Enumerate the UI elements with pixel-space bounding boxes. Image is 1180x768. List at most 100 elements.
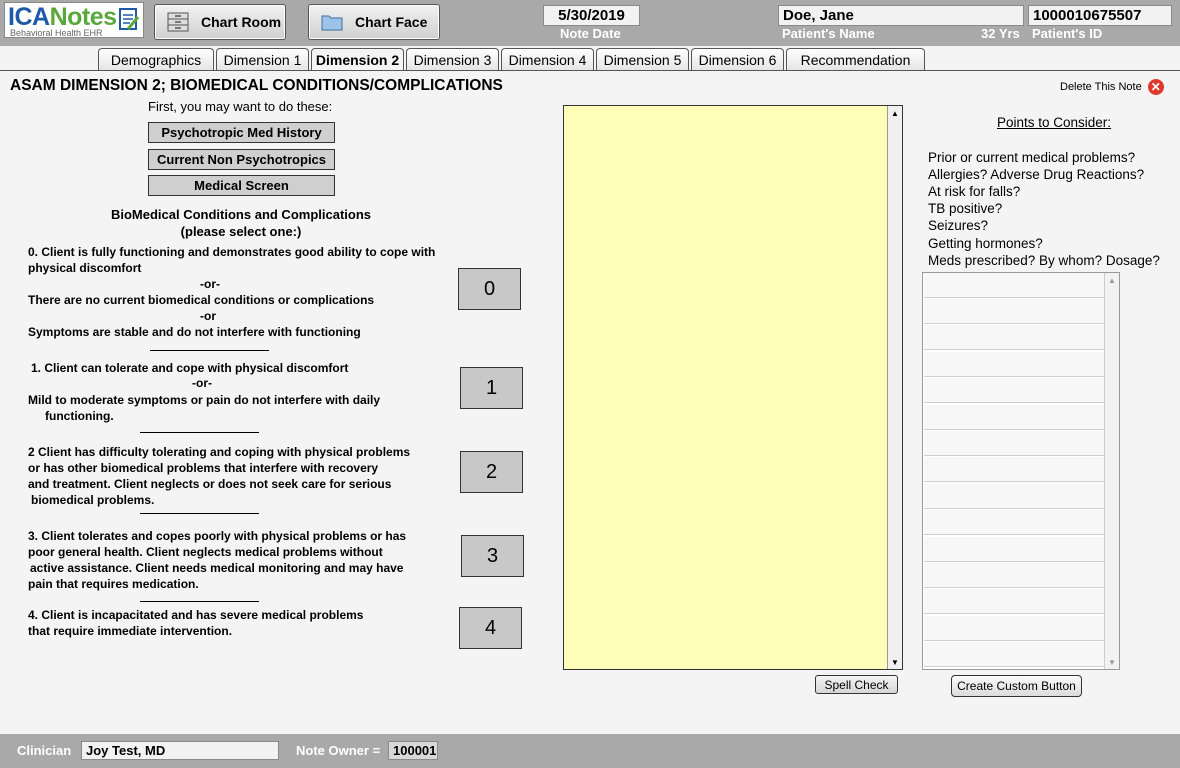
note-date-field[interactable]: 5/30/2019 bbox=[543, 5, 640, 26]
chart-room-button[interactable]: Chart Room bbox=[154, 4, 286, 40]
clinician-field[interactable]: Joy Test, MD bbox=[81, 741, 279, 760]
option-1-line-1: 1. Client can tolerate and cope with phy… bbox=[31, 361, 349, 375]
option-0-line-3: There are no current biomedical conditio… bbox=[28, 293, 375, 307]
list-item[interactable] bbox=[924, 378, 1106, 403]
point-item: TB positive? bbox=[928, 201, 1003, 216]
patient-name-field[interactable]: Doe, Jane bbox=[778, 5, 1024, 26]
point-item: Seizures? bbox=[928, 218, 989, 233]
list-item[interactable] bbox=[924, 484, 1106, 509]
separator bbox=[140, 432, 259, 433]
dimension-tabs: Demographics Dimension 1 Dimension 2 Dim… bbox=[98, 48, 925, 71]
option-3-line-3: active assistance. Client needs medical … bbox=[30, 561, 404, 575]
tab-recommendation[interactable]: Recommendation bbox=[786, 48, 925, 71]
option-2-line-4: biomedical problems. bbox=[31, 493, 155, 507]
chart-face-button[interactable]: Chart Face bbox=[308, 4, 440, 40]
list-item[interactable] bbox=[924, 589, 1106, 614]
psychotropic-med-history-button[interactable]: Psychotropic Med History bbox=[148, 122, 335, 143]
list-item[interactable] bbox=[924, 273, 1106, 298]
select-level-0-button[interactable]: 0 bbox=[458, 268, 521, 310]
intro-text: First, you may want to do these: bbox=[148, 99, 333, 114]
option-2-line-2: or has other biomedical problems that in… bbox=[28, 461, 379, 475]
list-item[interactable] bbox=[924, 563, 1106, 588]
tab-dimension-5[interactable]: Dimension 5 bbox=[596, 48, 689, 71]
option-4-line-1: 4. Client is incapacitated and has sever… bbox=[28, 608, 364, 622]
tab-dimension-4[interactable]: Dimension 4 bbox=[501, 48, 594, 71]
list-item[interactable] bbox=[924, 616, 1106, 641]
tab-divider bbox=[0, 70, 1180, 71]
select-level-1-button[interactable]: 1 bbox=[460, 367, 523, 409]
create-custom-button[interactable]: Create Custom Button bbox=[951, 675, 1082, 697]
patient-name-label: Patient's Name bbox=[782, 26, 875, 41]
tab-demographics[interactable]: Demographics bbox=[98, 48, 214, 71]
option-0-line-1: 0. Client is fully functioning and demon… bbox=[28, 245, 436, 259]
delete-x-icon[interactable]: ✕ bbox=[1147, 79, 1164, 95]
list-item[interactable] bbox=[924, 352, 1106, 377]
patient-id-field[interactable]: 1000010675507 bbox=[1028, 5, 1172, 26]
select-level-4-button[interactable]: 4 bbox=[459, 607, 522, 649]
list-item[interactable] bbox=[924, 325, 1106, 350]
cabinet-icon bbox=[167, 12, 189, 32]
list-scrollbar[interactable]: ▲ ▼ bbox=[1104, 273, 1119, 669]
select-level-2-button[interactable]: 2 bbox=[460, 451, 523, 493]
tab-dimension-6[interactable]: Dimension 6 bbox=[691, 48, 784, 71]
separator bbox=[140, 513, 259, 514]
option-0-line-4: Symptoms are stable and do not interfere… bbox=[28, 325, 361, 339]
note-text-area[interactable]: ▲ ▼ bbox=[563, 105, 903, 670]
clinician-label: Clinician bbox=[17, 743, 72, 758]
tab-dimension-3[interactable]: Dimension 3 bbox=[406, 48, 499, 71]
option-2-line-1: 2 Client has difficulty tolerating and c… bbox=[28, 445, 411, 459]
note-date-label: Note Date bbox=[560, 26, 621, 41]
option-0-or-1: -or- bbox=[200, 277, 220, 291]
option-1-line-3: functioning. bbox=[45, 409, 114, 423]
list-item[interactable] bbox=[924, 299, 1106, 324]
point-item: Meds prescribed? By whom? Dosage? bbox=[928, 253, 1160, 268]
current-non-psychotropics-button[interactable]: Current Non Psychotropics bbox=[148, 149, 335, 170]
point-item: Prior or current medical problems? bbox=[928, 150, 1136, 165]
logo-tagline: Behavioral Health EHR bbox=[10, 28, 103, 38]
option-3-line-1: 3. Client tolerates and copes poorly wit… bbox=[28, 529, 407, 543]
list-item[interactable] bbox=[924, 431, 1106, 456]
spell-check-button[interactable]: Spell Check bbox=[815, 675, 898, 694]
scroll-up-icon[interactable]: ▲ bbox=[1105, 273, 1119, 287]
patient-age: 32 Yrs bbox=[981, 26, 1020, 41]
document-icon bbox=[119, 8, 140, 30]
list-item[interactable] bbox=[924, 537, 1106, 562]
option-3-line-4: pain that requires medication. bbox=[28, 577, 199, 591]
custom-button-list[interactable]: ▲ ▼ bbox=[922, 272, 1120, 670]
scroll-down-icon[interactable]: ▼ bbox=[1105, 655, 1119, 669]
note-owner-label: Note Owner = bbox=[296, 743, 381, 758]
option-4-line-2: that require immediate intervention. bbox=[28, 624, 233, 638]
option-0-or-2: -or bbox=[200, 309, 216, 323]
medical-screen-button[interactable]: Medical Screen bbox=[148, 175, 335, 196]
point-item: Getting hormones? bbox=[928, 236, 1043, 251]
list-item[interactable] bbox=[924, 457, 1106, 482]
page-title: ASAM DIMENSION 2; BIOMEDICAL CONDITIONS/… bbox=[10, 77, 503, 94]
delete-note-button[interactable]: Delete This Note ✕ bbox=[1060, 79, 1164, 95]
list-item[interactable] bbox=[924, 405, 1106, 430]
point-item: Allergies? Adverse Drug Reactions? bbox=[928, 167, 1145, 182]
points-to-consider-heading: Points to Consider: bbox=[997, 115, 1112, 130]
select-level-3-button[interactable]: 3 bbox=[461, 535, 524, 577]
point-item: At risk for falls? bbox=[928, 184, 1021, 199]
scroll-up-icon[interactable]: ▲ bbox=[888, 106, 902, 120]
separator bbox=[140, 601, 259, 602]
note-text bbox=[564, 106, 902, 114]
list-item[interactable] bbox=[924, 642, 1106, 667]
option-0-line-2: physical discomfort bbox=[28, 261, 142, 275]
option-1-line-2: Mild to moderate symptoms or pain do not… bbox=[28, 393, 381, 407]
option-1-or: -or- bbox=[192, 376, 212, 390]
delete-note-label: Delete This Note bbox=[1060, 81, 1142, 93]
scroll-down-icon[interactable]: ▼ bbox=[888, 655, 902, 669]
patient-id-label: Patient's ID bbox=[1032, 26, 1103, 41]
tab-dimension-2[interactable]: Dimension 2 bbox=[311, 48, 404, 71]
list-item[interactable] bbox=[924, 510, 1106, 535]
tab-dimension-1[interactable]: Dimension 1 bbox=[216, 48, 309, 71]
folder-icon bbox=[321, 15, 343, 31]
biomedical-heading: BioMedical Conditions and Complications … bbox=[110, 207, 371, 239]
option-3-line-2: poor general health. Client neglects med… bbox=[28, 545, 383, 559]
separator bbox=[150, 350, 269, 351]
option-2-line-3: and treatment. Client neglects or does n… bbox=[28, 477, 392, 491]
note-owner-value: 100001 bbox=[388, 741, 438, 760]
note-scrollbar[interactable]: ▲ ▼ bbox=[887, 106, 902, 669]
icanotes-logo: ICANotes Behavioral Health EHR bbox=[4, 2, 144, 38]
